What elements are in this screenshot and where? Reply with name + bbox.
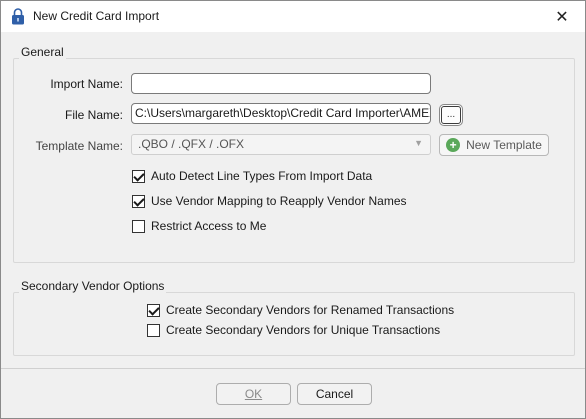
checkbox-label: Create Secondary Vendors for Unique Tran…	[166, 323, 441, 337]
plus-circle-icon: +	[446, 138, 461, 152]
window-title: New Credit Card Import	[33, 9, 160, 23]
template-name-label: Template Name:	[35, 139, 123, 153]
footer-separator	[1, 368, 585, 369]
close-button[interactable]: ✕	[539, 1, 585, 32]
general-group-label: General	[19, 45, 66, 59]
ok-label: OK	[244, 387, 263, 401]
import-name-input[interactable]	[131, 73, 431, 94]
checkbox-box[interactable]	[147, 303, 160, 317]
secondary-vendor-options-label: Secondary Vendor Options	[19, 279, 167, 293]
import-name-label: Import Name:	[50, 77, 123, 91]
chevron-down-icon: ▼	[414, 138, 423, 148]
checkbox-label: Auto Detect Line Types From Import Data	[151, 169, 373, 183]
checkbox-label: Use Vendor Mapping to Reapply Vendor Nam…	[151, 194, 407, 208]
ok-button[interactable]: OK	[216, 383, 291, 405]
secondary-unique-checkbox[interactable]: Create Secondary Vendors for Unique Tran…	[147, 323, 440, 337]
new-template-button[interactable]: + New Template	[439, 134, 549, 156]
cancel-button[interactable]: Cancel	[297, 383, 372, 405]
cancel-label: Cancel	[315, 387, 354, 401]
title-bar: New Credit Card Import ✕	[1, 1, 585, 32]
checkbox-box[interactable]	[132, 219, 145, 233]
checkbox-box[interactable]	[147, 323, 160, 337]
secondary-renamed-checkbox[interactable]: Create Secondary Vendors for Renamed Tra…	[147, 303, 454, 317]
new-credit-card-import-dialog: New Credit Card Import ✕ General Import …	[0, 0, 586, 419]
auto-detect-line-types-checkbox[interactable]: Auto Detect Line Types From Import Data	[132, 169, 372, 183]
file-name-label: File Name:	[64, 108, 123, 122]
restrict-access-checkbox[interactable]: Restrict Access to Me	[132, 219, 266, 233]
browse-button[interactable]: ...	[439, 104, 463, 126]
checkbox-box[interactable]	[132, 169, 145, 183]
template-name-select[interactable]: .QBO / .QFX / .OFX ▼	[131, 134, 431, 155]
file-name-input[interactable]: C:\Users\margareth\Desktop\Credit Card I…	[131, 103, 431, 124]
checkbox-label: Restrict Access to Me	[151, 219, 267, 233]
checkbox-label: Create Secondary Vendors for Renamed Tra…	[166, 303, 455, 317]
template-name-value: .QBO / .QFX / .OFX	[138, 137, 245, 151]
padlock-icon	[12, 8, 24, 25]
use-vendor-mapping-checkbox[interactable]: Use Vendor Mapping to Reapply Vendor Nam…	[132, 194, 407, 208]
checkbox-box[interactable]	[132, 194, 145, 208]
close-icon: ✕	[555, 8, 569, 26]
new-template-label: New Template	[466, 138, 542, 152]
